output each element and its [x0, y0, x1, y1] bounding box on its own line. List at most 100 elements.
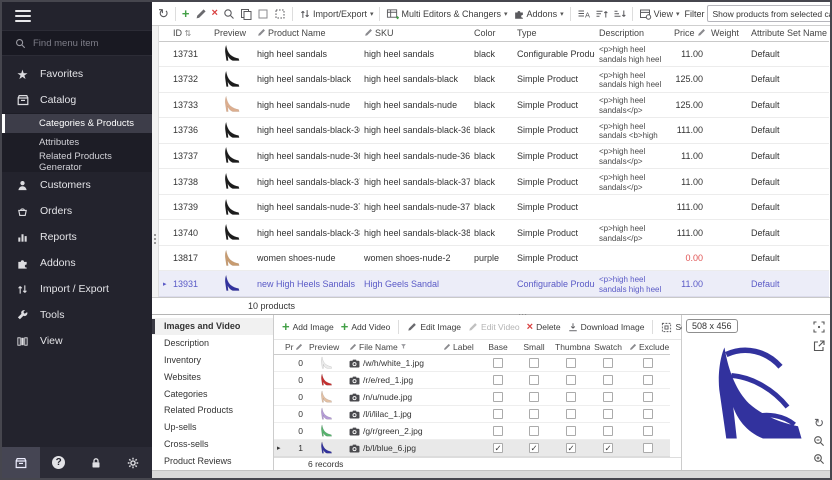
detail-tab[interactable]: Product Reviews [152, 452, 273, 469]
product-row[interactable]: 13931 new High Heels Sandals High Geels … [159, 271, 829, 297]
column-header-small[interactable]: Small [516, 340, 552, 354]
splitter-handle[interactable]: ⋯ [518, 309, 528, 320]
exclude-checkbox[interactable] [643, 375, 653, 385]
delete-image-button[interactable]: ×Delete [525, 321, 563, 334]
column-header-swatch[interactable]: Swatch [590, 340, 626, 354]
view-menu[interactable]: View▾ [637, 7, 682, 21]
cell-weight[interactable] [707, 67, 747, 93]
cell-type[interactable]: Simple Product [513, 245, 595, 271]
cell-id[interactable]: 13817 [169, 245, 210, 271]
fit-screen-button[interactable] [812, 320, 826, 334]
cell-attribute-set[interactable]: Default [747, 92, 829, 118]
thumbnail-checkbox[interactable] [566, 426, 576, 436]
cell-pr[interactable]: 0 [282, 371, 306, 388]
cell-price[interactable]: 11.00 [670, 143, 707, 169]
detail-tab[interactable]: Categories [152, 385, 273, 402]
cell-type[interactable]: Simple Product [513, 67, 595, 93]
detail-tab[interactable]: Up-sells [152, 419, 273, 436]
zoom-out-button[interactable] [812, 434, 826, 448]
rotate-button[interactable]: ↻ [812, 416, 826, 430]
selected-image-preview[interactable] [682, 315, 830, 470]
cell-attribute-set[interactable]: Default [747, 67, 829, 93]
cell-product-name[interactable]: high heel sandals-nude [253, 92, 360, 118]
base-checkbox[interactable] [493, 426, 503, 436]
thumbnail-checkbox[interactable] [566, 443, 576, 453]
cell-preview[interactable] [306, 371, 346, 388]
cell-sku[interactable]: high heel sandals-nude [360, 92, 470, 118]
category-filter-select[interactable]: Show products from selected categories▾ [707, 5, 832, 22]
cell-preview[interactable] [210, 67, 253, 93]
edit-row-button[interactable] [193, 7, 209, 21]
image-row[interactable]: 0 /r/e/red_1.jpg [274, 371, 670, 388]
product-row[interactable]: 13740 high heel sandals-black-38 high he… [159, 220, 829, 246]
cell-type[interactable]: Simple Product [513, 118, 595, 144]
cell-sku[interactable]: women shoes-nude-2 [360, 245, 470, 271]
cell-id[interactable]: 13739 [169, 194, 210, 220]
detail-tab[interactable]: Description [152, 335, 273, 352]
copy-button[interactable] [238, 7, 254, 21]
add-row-button[interactable]: + [180, 7, 192, 21]
small-checkbox[interactable] [529, 409, 539, 419]
store-manager-button[interactable] [2, 447, 40, 478]
cell-price[interactable]: 125.00 [670, 67, 707, 93]
lock-button[interactable] [77, 447, 114, 478]
refresh-button[interactable]: ↻ [156, 6, 171, 21]
cell-file-name[interactable]: /g/r/green_2.jpg [346, 422, 440, 439]
cell-color[interactable]: purple [470, 245, 513, 271]
cell-price[interactable]: 111.00 [670, 220, 707, 246]
cell-id[interactable]: 13732 [169, 67, 210, 93]
cell-price[interactable]: 111.00 [670, 118, 707, 144]
cell-label[interactable] [440, 354, 480, 371]
cell-file-name[interactable]: /r/e/red_1.jpg [346, 371, 440, 388]
cell-type[interactable]: Configurable Product [513, 41, 595, 67]
product-row[interactable]: 13817 women shoes-nude women shoes-nude-… [159, 245, 829, 271]
swatch-checkbox[interactable] [603, 358, 613, 368]
column-header-exclude[interactable]: Exclude [626, 340, 670, 354]
sidebar-item-catalog[interactable]: Catalog [2, 87, 152, 113]
paste-special-button[interactable] [272, 7, 288, 21]
cell-weight[interactable] [707, 220, 747, 246]
product-row[interactable]: 13739 high heel sandals-nude-37 high hee… [159, 194, 829, 220]
swatch-checkbox[interactable] [603, 375, 613, 385]
cell-attribute-set[interactable]: Default [747, 118, 829, 144]
product-row[interactable]: 13732 high heel sandals-black high heel … [159, 67, 829, 93]
column-header-description[interactable]: Description [595, 26, 670, 41]
product-row[interactable]: 13731 high heel sandals high heel sandal… [159, 41, 829, 67]
cell-pr[interactable]: 0 [282, 405, 306, 422]
column-header-base[interactable]: Base [480, 340, 516, 354]
cell-id[interactable]: 13931 [169, 271, 210, 297]
cell-label[interactable] [440, 388, 480, 405]
download-image-button[interactable]: Download Image [566, 321, 647, 333]
sidebar-item-favorites[interactable]: ★ Favorites [2, 61, 152, 87]
column-header-weight[interactable]: Weight [707, 26, 747, 41]
sidebar-item-import-export[interactable]: Import / Export [2, 276, 152, 302]
cell-id[interactable]: 13738 [169, 169, 210, 195]
cell-preview[interactable] [306, 388, 346, 405]
thumbnail-checkbox[interactable] [566, 358, 576, 368]
edit-video-button[interactable]: Edit Video [466, 321, 522, 333]
cell-file-name[interactable]: /b/l/blue_6.jpg [346, 439, 440, 456]
small-checkbox[interactable] [529, 443, 539, 453]
cell-type[interactable]: Simple Product [513, 220, 595, 246]
cell-product-name[interactable]: high heel sandals-black-37 [253, 169, 360, 195]
cell-product-name[interactable]: high heel sandals-nude-36 [253, 143, 360, 169]
cell-price[interactable]: 11.00 [670, 41, 707, 67]
thumbnail-checkbox[interactable] [566, 409, 576, 419]
cell-id[interactable]: 13737 [169, 143, 210, 169]
detail-tab[interactable]: Websites [152, 368, 273, 385]
cell-sku[interactable]: high heel sandals-black-37 [360, 169, 470, 195]
search-button[interactable] [221, 7, 237, 21]
sidebar-item-tools[interactable]: Tools [2, 302, 152, 328]
cell-weight[interactable] [707, 143, 747, 169]
detail-tab[interactable]: Cross-sells [152, 436, 273, 453]
column-header-label[interactable]: Label [440, 340, 480, 354]
image-row[interactable]: 0 /n/u/nude.jpg [274, 388, 670, 405]
column-header-attribute-set[interactable]: Attribute Set Name [747, 26, 829, 41]
cell-id[interactable]: 13736 [169, 118, 210, 144]
cell-preview[interactable] [210, 271, 253, 297]
cell-preview[interactable] [210, 92, 253, 118]
cell-preview[interactable] [210, 118, 253, 144]
image-row[interactable]: 0 /l/i/lilac_1.jpg [274, 405, 670, 422]
cell-color[interactable]: black [470, 220, 513, 246]
import-export-menu[interactable]: Import/Export▾ [297, 7, 376, 21]
